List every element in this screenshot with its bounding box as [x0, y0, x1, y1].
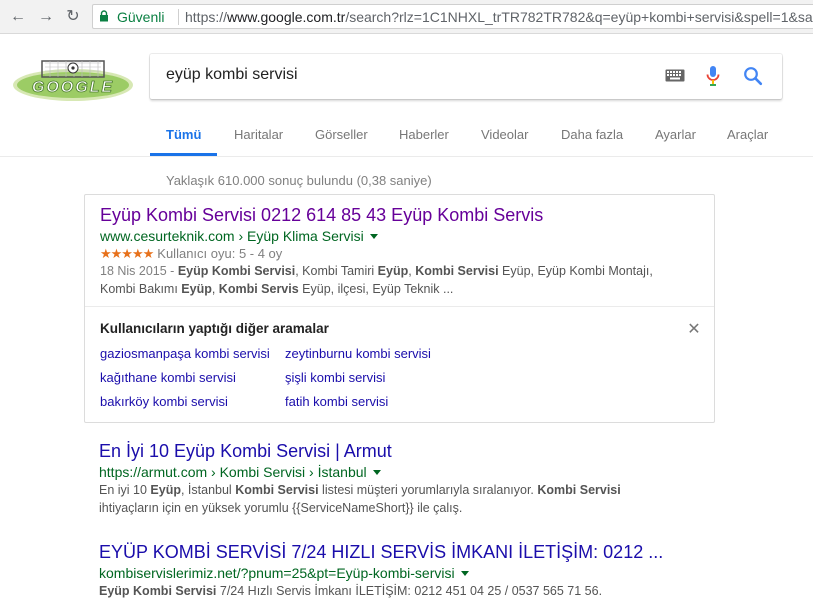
result-title[interactable]: EYÜP KOMBİ SERVİSİ 7/24 HIZLI SERVİS İMK… — [99, 542, 663, 563]
address-bar[interactable]: Güvenli https://www.google.com.tr/search… — [92, 4, 813, 29]
snippet-bold: Eyüp — [377, 264, 409, 278]
reload-icon[interactable]: ↻ — [63, 7, 83, 27]
snippet-text: 7/24 Hızlı Servis İmkanı İLETİŞİM: 0212 … — [216, 584, 603, 598]
tab-maps[interactable]: Haritalar — [234, 127, 283, 142]
snippet-bold: Kombi Servisi — [235, 483, 319, 497]
lock-icon — [100, 10, 108, 22]
snippet-text: ihtiyaçların için en yüksek yorumlu {{Se… — [99, 501, 463, 515]
dropdown-caret-icon[interactable] — [460, 571, 469, 576]
snippet-text: Eyüp, Eyüp Kombi Montajı, — [498, 264, 653, 278]
related-search-link[interactable]: zeytinburnu kombi servisi — [285, 346, 431, 361]
keyboard-icon[interactable] — [665, 69, 685, 82]
rating-text: Kullanıcı oyu: 5 - 4 oy — [157, 246, 283, 261]
secure-label: Güvenli — [117, 9, 165, 25]
search-input[interactable]: eyüp kombi servisi — [166, 66, 298, 84]
snippet-bold: Eyüp Kombi Servisi — [99, 584, 217, 598]
url-text[interactable]: https://www.google.com.tr/search?rlz=1C1… — [185, 9, 813, 25]
result-url[interactable]: www.cesurteknik.com › Eyüp Klima Servisi — [100, 228, 378, 244]
forward-icon[interactable]: → — [36, 7, 56, 27]
snippet-text: Kombi Bakımı — [100, 282, 182, 296]
browser-toolbar: ← → ↻ Güvenli https://www.google.com.tr/… — [0, 0, 813, 34]
result-snippet: 18 Nis 2015 - Eyüp Kombi Servisi, Kombi … — [100, 262, 700, 298]
tab-tools[interactable]: Araçlar — [727, 127, 768, 142]
close-icon[interactable]: ✕ — [687, 319, 701, 339]
snippet-text: Eyüp, ilçesi, Eyüp Teknik ... — [298, 282, 454, 296]
result-title[interactable]: En İyi 10 Eyüp Kombi Servisi | Armut — [99, 441, 392, 462]
snippet-text: En iyi 10 — [99, 483, 151, 497]
result-card: Eyüp Kombi Servisi 0212 614 85 43 Eyüp K… — [84, 194, 715, 423]
result-url-text: www.cesurteknik.com › Eyüp Klima Servisi — [100, 228, 364, 244]
snippet-bold: Eyüp — [150, 483, 181, 497]
result-stats: Yaklaşık 610.000 sonuç bulundu (0,38 san… — [166, 173, 432, 188]
result-title[interactable]: Eyüp Kombi Servisi 0212 614 85 43 Eyüp K… — [100, 205, 543, 226]
snippet-text: , — [211, 282, 219, 296]
snippet-bold: Eyüp Kombi Servisi — [177, 264, 296, 278]
rating-row: ★★★★★ Kullanıcı oyu: 5 - 4 oy — [100, 246, 282, 262]
related-search-link[interactable]: fatih kombi servisi — [285, 394, 388, 409]
tab-more[interactable]: Daha fazla — [561, 127, 623, 142]
related-search-link[interactable]: kağıthane kombi servisi — [100, 370, 236, 385]
snippet-text: , Kombi Tamiri — [295, 264, 378, 278]
tab-news[interactable]: Haberler — [399, 127, 449, 142]
result-url[interactable]: kombiservislerimiz.net/?pnum=25&pt=Eyüp-… — [99, 565, 469, 581]
result-url-text: kombiservislerimiz.net/?pnum=25&pt=Eyüp-… — [99, 565, 455, 581]
result-snippet: En iyi 10 Eyüp, İstanbul Kombi Servisi l… — [99, 481, 709, 517]
google-doodle-logo[interactable]: GOOGLE — [12, 58, 134, 102]
snippet-bold: Kombi Servis — [218, 282, 299, 296]
related-search-link[interactable]: gaziosmanpaşa kombi servisi — [100, 346, 270, 361]
result-url[interactable]: https://armut.com › Kombi Servisi › İsta… — [99, 464, 381, 480]
result-snippet: Eyüp Kombi Servisi 7/24 Hızlı Servis İmk… — [99, 582, 709, 600]
card-divider — [85, 306, 714, 307]
tab-settings[interactable]: Ayarlar — [655, 127, 696, 142]
search-tabs: Tümü Haritalar Görseller Haberler Videol… — [0, 113, 813, 157]
url-host: www.google.com.tr — [227, 9, 346, 25]
microphone-icon[interactable] — [705, 65, 721, 87]
back-icon[interactable]: ← — [8, 7, 28, 27]
related-searches-title: Kullanıcıların yaptığı diğer aramalar — [100, 321, 329, 336]
svg-text:GOOGLE: GOOGLE — [32, 79, 114, 96]
tab-images[interactable]: Görseller — [315, 127, 368, 142]
url-scheme: https:// — [185, 9, 228, 25]
snippet-bold: Kombi Servisi — [415, 264, 499, 278]
url-path: /search?rlz=1C1NHXL_trTR782TR782&q=eyüp+… — [345, 9, 813, 25]
result-date: 18 Nis 2015 - — [100, 264, 178, 278]
address-divider — [178, 9, 179, 25]
star-rating-icon: ★★★★★ — [100, 246, 154, 261]
search-box[interactable]: eyüp kombi servisi — [150, 54, 782, 99]
search-icon[interactable] — [743, 66, 763, 86]
dropdown-caret-icon[interactable] — [369, 234, 378, 239]
snippet-text: , İstanbul — [180, 483, 236, 497]
snippet-text: listesi müşteri yorumlarıyla sıralanıyor… — [318, 483, 538, 497]
snippet-bold: Kombi Servisi — [537, 483, 621, 497]
result-url-text: https://armut.com › Kombi Servisi › İsta… — [99, 464, 367, 480]
tab-videos[interactable]: Videolar — [481, 127, 528, 142]
related-search-link[interactable]: bakırköy kombi servisi — [100, 394, 228, 409]
snippet-bold: Eyüp — [181, 282, 212, 296]
related-search-link[interactable]: şişli kombi servisi — [285, 370, 385, 385]
dropdown-caret-icon[interactable] — [372, 470, 381, 475]
active-tab-indicator — [150, 153, 217, 156]
tab-all[interactable]: Tümü — [166, 127, 201, 142]
